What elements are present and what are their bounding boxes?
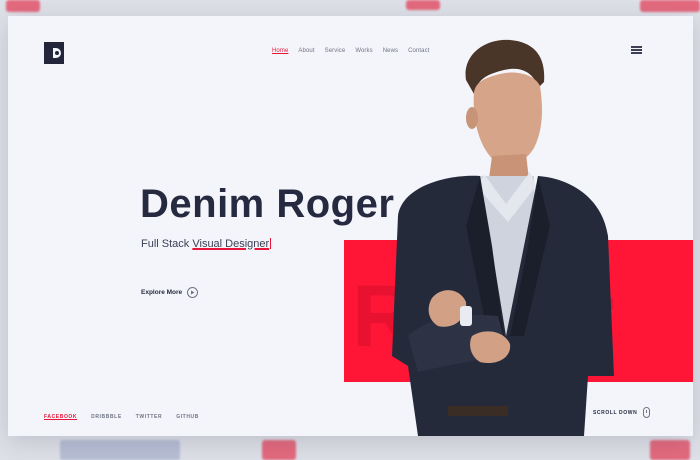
nav-item-about[interactable]: About: [298, 47, 314, 55]
social-link-twitter[interactable]: TWITTER: [136, 414, 162, 420]
scroll-down-button[interactable]: SCROLL DOWN: [593, 407, 651, 418]
nav-item-home[interactable]: Home: [272, 47, 288, 55]
portrait-photo: [392, 39, 614, 436]
background-decoration: [640, 0, 700, 12]
hero-name: Denim Roger: [140, 182, 395, 226]
hero-role: Full Stack Visual Designer: [141, 238, 272, 250]
background-decoration: [60, 440, 180, 460]
hamburger-menu-icon[interactable]: [631, 46, 642, 54]
hero-role-highlight: Visual Designer: [192, 238, 270, 250]
background-decoration: [6, 0, 40, 12]
scroll-down-label: SCROLL DOWN: [593, 409, 638, 416]
mouse-scroll-icon: [643, 407, 651, 418]
background-decoration: [650, 440, 690, 460]
nav-item-works[interactable]: Works: [355, 47, 372, 55]
social-link-github[interactable]: GITHUB: [176, 414, 199, 420]
nav-item-service[interactable]: Service: [325, 47, 346, 55]
hero-role-prefix: Full Stack: [141, 238, 193, 250]
explore-more-label: Explore More: [141, 289, 183, 296]
background-decoration: [406, 0, 440, 10]
social-links: FACEBOOK DRIBBBLE TWITTER GITHUB: [44, 414, 199, 420]
brand-logo[interactable]: [44, 42, 64, 64]
social-link-dribbble[interactable]: DRIBBBLE: [91, 414, 122, 420]
background-decoration: [262, 440, 296, 460]
typing-cursor: [270, 238, 272, 249]
landing-page-card: Home About Service Works News Contact Ro…: [8, 16, 693, 436]
social-link-facebook[interactable]: FACEBOOK: [44, 414, 77, 420]
play-icon[interactable]: [187, 287, 199, 298]
explore-more-button[interactable]: Explore More: [141, 287, 199, 298]
